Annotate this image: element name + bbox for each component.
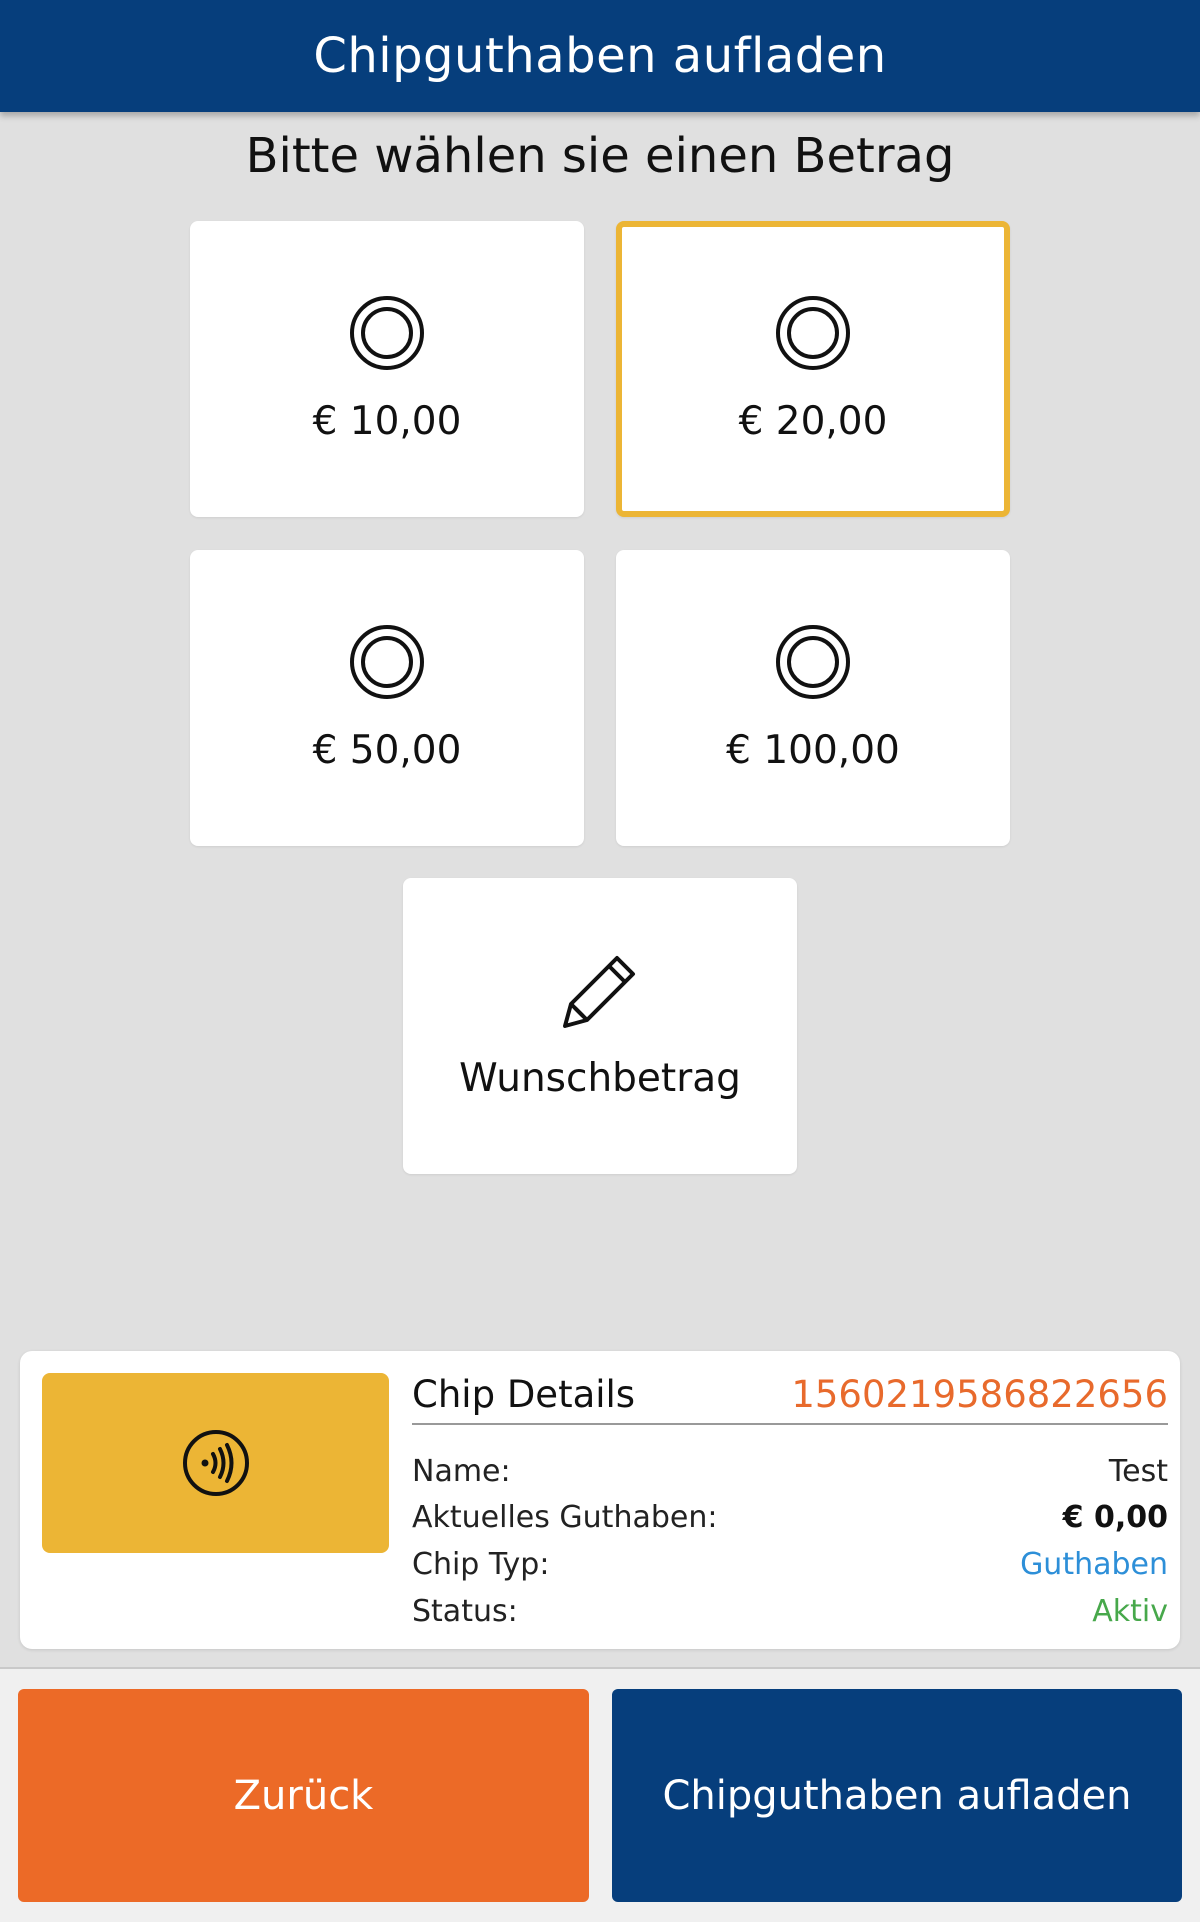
detail-value: Test — [1108, 1454, 1168, 1489]
app-header: Chipguthaben aufladen — [0, 0, 1200, 112]
detail-row-name: Name: Test — [412, 1454, 1168, 1496]
chip-details-header: Chip Details 1560219586822656 — [412, 1373, 1168, 1425]
pencil-icon — [563, 956, 635, 1028]
amount-label: € 50,00 — [312, 728, 462, 773]
detail-row-type: Chip Typ: Guthaben — [412, 1547, 1168, 1589]
chip-details-card: Chip Details 1560219586822656 Name: Test… — [20, 1351, 1180, 1649]
radio-unselected-icon — [350, 296, 424, 370]
detail-label: Chip Typ: — [412, 1547, 550, 1582]
back-button[interactable]: Zurück — [18, 1689, 589, 1902]
custom-amount-label: Wunschbetrag — [459, 1056, 741, 1101]
amount-tile-50[interactable]: € 50,00 — [190, 550, 584, 846]
detail-label: Aktuelles Guthaben: — [412, 1500, 718, 1535]
detail-label: Status: — [412, 1594, 518, 1629]
nfc-contactless-icon — [182, 1430, 249, 1496]
amount-tile-100[interactable]: € 100,00 — [616, 550, 1010, 846]
charge-button[interactable]: Chipguthaben aufladen — [612, 1689, 1182, 1902]
radio-unselected-icon — [350, 625, 424, 699]
amount-label: € 20,00 — [738, 399, 888, 444]
radio-unselected-icon — [776, 296, 850, 370]
chip-id: 1560219586822656 — [791, 1373, 1168, 1416]
amount-tile-10[interactable]: € 10,00 — [190, 221, 584, 517]
detail-row-balance: Aktuelles Guthaben: € 0,00 — [412, 1500, 1168, 1542]
detail-value: Guthaben — [1020, 1547, 1168, 1582]
footer-bar: Zurück Chipguthaben aufladen — [0, 1667, 1200, 1922]
amount-tile-20[interactable]: € 20,00 — [616, 221, 1010, 517]
amount-prompt: Bitte wählen sie einen Betrag — [245, 128, 955, 184]
radio-unselected-icon — [776, 625, 850, 699]
chip-card-visual — [42, 1373, 389, 1553]
amount-label: € 100,00 — [726, 728, 900, 773]
page-title: Chipguthaben aufladen — [313, 28, 887, 84]
detail-label: Name: — [412, 1454, 511, 1489]
chip-details-title: Chip Details — [412, 1373, 636, 1416]
detail-value: € 0,00 — [1062, 1500, 1168, 1535]
custom-amount-tile[interactable]: Wunschbetrag — [403, 878, 797, 1174]
amount-label: € 10,00 — [312, 399, 462, 444]
detail-row-status: Status: Aktiv — [412, 1594, 1168, 1636]
status-badge: Aktiv — [1092, 1594, 1168, 1629]
